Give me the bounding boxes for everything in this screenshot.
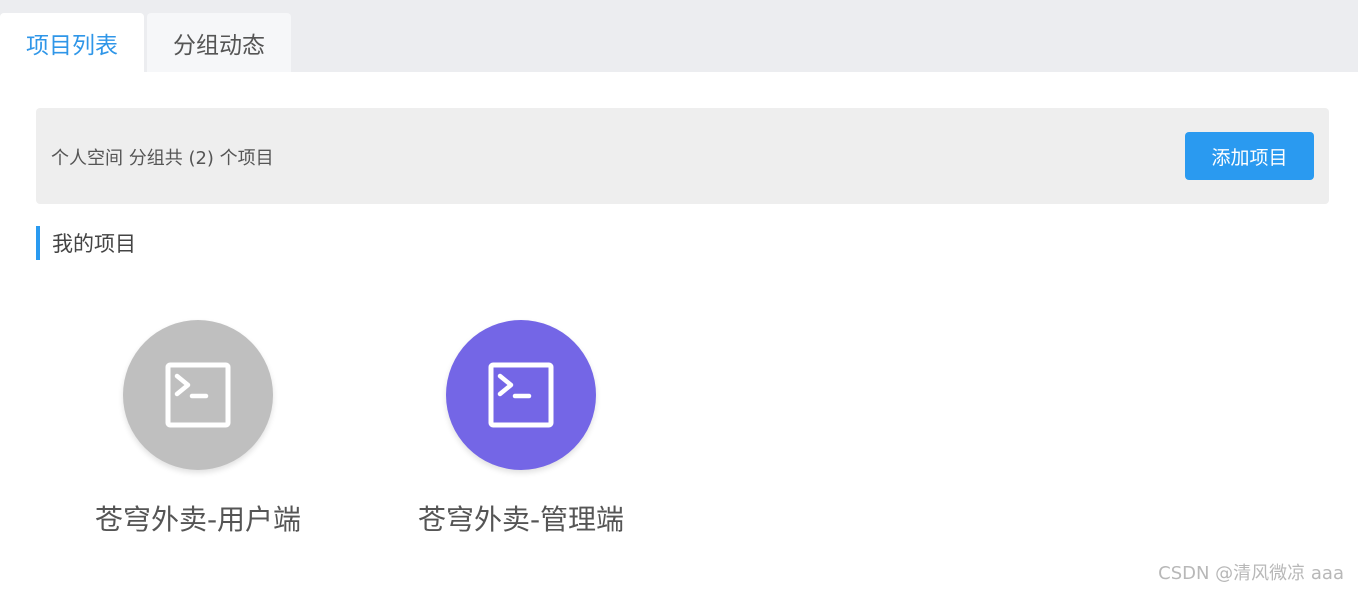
terminal-icon (488, 362, 554, 428)
tab-bar: 项目列表 分组动态 (0, 0, 1358, 72)
project-card-admin-side[interactable]: 苍穹外卖-管理端 (391, 320, 651, 538)
project-avatar[interactable] (123, 320, 273, 470)
watermark: CSDN @清风微凉 aaa (1158, 563, 1344, 584)
project-card-user-side[interactable]: 苍穹外卖-用户端 (68, 320, 328, 538)
section-title-my-projects: 我的项目 (36, 226, 136, 260)
tab-group-activity[interactable]: 分组动态 (147, 13, 291, 72)
project-name[interactable]: 苍穹外卖-管理端 (391, 498, 651, 538)
terminal-icon (165, 362, 231, 428)
project-avatar[interactable] (446, 320, 596, 470)
group-project-count: 个人空间 分组共 (2) 个项目 (51, 148, 274, 169)
group-info-bar: 个人空间 分组共 (2) 个项目 添加项目 (36, 108, 1329, 204)
tab-project-list[interactable]: 项目列表 (0, 13, 144, 72)
page: 项目列表 分组动态 个人空间 分组共 (2) 个项目 添加项目 我的项目 苍穹外… (0, 0, 1358, 589)
add-project-button[interactable]: 添加项目 (1185, 132, 1314, 180)
project-name[interactable]: 苍穹外卖-用户端 (68, 498, 328, 538)
